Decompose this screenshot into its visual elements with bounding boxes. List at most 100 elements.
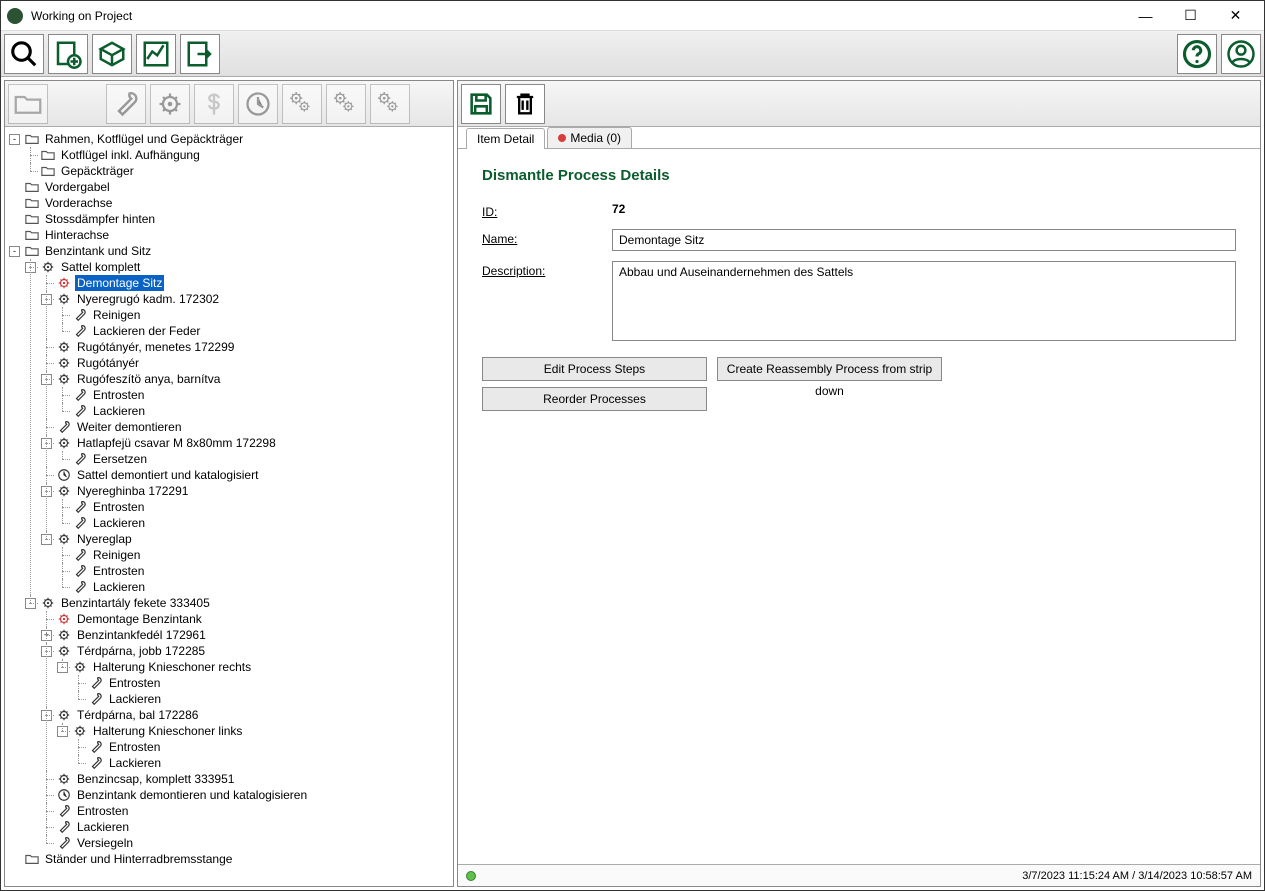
tree-node[interactable]: Benzincsap, komplett 333951 [41, 771, 451, 787]
tree-node[interactable]: Rugótányér [41, 355, 451, 371]
description-textarea[interactable] [612, 261, 1236, 341]
tree-node-label: Demontage Benzintank [75, 611, 204, 627]
tree-node[interactable]: Vordergabel [9, 179, 451, 195]
tree-node[interactable]: - Rugófeszítö anya, barnítva [41, 371, 451, 387]
tree-node[interactable]: Entrosten [41, 803, 451, 819]
tree-node[interactable]: Sattel demontiert und katalogisiert [41, 467, 451, 483]
tree-node[interactable]: -Halterung Knieschoner rechts [57, 659, 451, 675]
search-button[interactable] [4, 34, 44, 74]
tree-node[interactable]: -Nyeregrugó kadm. 172302 [41, 291, 451, 307]
expand-toggle[interactable]: - [9, 134, 20, 145]
maximize-button[interactable]: ☐ [1168, 1, 1213, 31]
support-button[interactable] [1221, 34, 1261, 74]
tree-node[interactable]: -Nyereglap [41, 531, 451, 547]
wrench-button[interactable] [106, 84, 146, 124]
tree-node[interactable]: Demontage Benzintank [41, 611, 451, 627]
tree-node[interactable]: Ständer und Hinterradbremsstange [9, 851, 451, 867]
tree-node-label: Térdpárna, jobb 172285 [75, 643, 207, 659]
expand-toggle[interactable]: - [25, 262, 36, 273]
expand-toggle [41, 822, 52, 833]
close-button[interactable]: ✕ [1213, 1, 1258, 31]
tree-node[interactable]: -Benzintank und Sitz [9, 243, 451, 259]
tree-node[interactable]: -Benzintartály fekete 333405 [25, 595, 451, 611]
tree-node[interactable]: Lackieren [73, 755, 451, 771]
tree-node[interactable]: Hinterachse [9, 227, 451, 243]
tree-node[interactable]: Lackieren der Feder [57, 323, 451, 339]
expand-toggle[interactable]: - [41, 486, 52, 497]
gears1-button[interactable] [282, 84, 322, 124]
tree-node[interactable]: Entrosten [73, 675, 451, 691]
tree-node[interactable]: Versiegeln [41, 835, 451, 851]
tree-node[interactable]: -Térdpárna, bal 172286 [41, 707, 451, 723]
save-icon [467, 90, 495, 118]
expand-toggle[interactable]: - [9, 246, 20, 257]
tree-node[interactable]: Benzintank demontieren und katalogisiere… [41, 787, 451, 803]
tree-node-label: Entrosten [75, 803, 130, 819]
tab-media[interactable]: Media (0) [547, 127, 632, 148]
export-button[interactable] [180, 34, 220, 74]
name-input[interactable] [612, 229, 1236, 251]
cost-button[interactable] [194, 84, 234, 124]
save-button[interactable] [461, 84, 501, 124]
create-reassembly-button[interactable]: Create Reassembly Process from strip dow… [717, 357, 942, 381]
expand-toggle[interactable]: - [41, 438, 52, 449]
expand-toggle[interactable]: - [41, 374, 52, 385]
expand-toggle[interactable]: - [41, 534, 52, 545]
tree-node[interactable]: Lackieren [57, 403, 451, 419]
tree-node[interactable]: -Rahmen, Kotflügel und Gepäckträger [9, 131, 451, 147]
tree-node[interactable]: Rugótányér, menetes 172299 [41, 339, 451, 355]
expand-toggle[interactable]: + [41, 630, 52, 641]
tree-node[interactable]: Stossdämpfer hinten [9, 211, 451, 227]
tree-node[interactable]: -Hatlapfejü csavar M 8x80mm 172298 [41, 435, 451, 451]
tree-node[interactable]: -Sattel komplett [25, 259, 451, 275]
tree-node[interactable]: Vorderachse [9, 195, 451, 211]
expand-toggle[interactable]: - [41, 294, 52, 305]
folder-icon [24, 211, 40, 227]
edit-process-steps-button[interactable]: Edit Process Steps [482, 357, 707, 381]
help-button[interactable] [1177, 34, 1217, 74]
tree-node[interactable]: Demontage Sitz [41, 275, 451, 291]
tree-node[interactable]: Entrosten [57, 563, 451, 579]
tree-node[interactable]: -Halterung Knieschoner links [57, 723, 451, 739]
gears2-button[interactable] [326, 84, 366, 124]
tree-node-label: Lackieren der Feder [91, 323, 202, 339]
tree-node[interactable]: Kotflügel inkl. Aufhängung [25, 147, 451, 163]
tree-node[interactable]: Lackieren [73, 691, 451, 707]
expand-toggle[interactable]: - [57, 726, 68, 737]
tree-node-label: Rugófeszítö anya, barnítva [75, 371, 222, 387]
tree-node[interactable]: Lackieren [57, 515, 451, 531]
delete-button[interactable] [505, 84, 545, 124]
tab-item-detail[interactable]: Item Detail [466, 128, 545, 149]
expand-toggle[interactable]: - [41, 646, 52, 657]
tree-node[interactable]: - Térdpárna, jobb 172285 [41, 643, 451, 659]
box-button[interactable] [92, 34, 132, 74]
minimize-button[interactable]: — [1123, 1, 1168, 31]
tree-node[interactable]: +Benzintankfedél 172961 [41, 627, 451, 643]
tree-node[interactable]: Reinigen [57, 307, 451, 323]
reorder-processes-button[interactable]: Reorder Processes [482, 387, 707, 411]
expand-toggle[interactable]: - [25, 598, 36, 609]
tree-node[interactable]: Gepäckträger [25, 163, 451, 179]
chart-button[interactable] [136, 34, 176, 74]
tree-node-label: Ständer und Hinterradbremsstange [43, 851, 234, 867]
tree-node[interactable]: Reinigen [57, 547, 451, 563]
tree-node[interactable]: Lackieren [57, 579, 451, 595]
expand-toggle[interactable]: - [57, 662, 68, 673]
tree-node[interactable]: Eersetzen [57, 451, 451, 467]
new-doc-button[interactable] [48, 34, 88, 74]
wrench-icon [56, 419, 72, 435]
clock-button[interactable] [238, 84, 278, 124]
tree-node[interactable]: Entrosten [57, 499, 451, 515]
gears3-button[interactable] [370, 84, 410, 124]
gear-button[interactable] [150, 84, 190, 124]
tree-node[interactable]: Entrosten [57, 387, 451, 403]
tree-node[interactable]: Weiter demontieren [41, 419, 451, 435]
folder-button[interactable] [8, 84, 48, 124]
tree-node[interactable]: -Nyereghinba 172291 [41, 483, 451, 499]
wrench-icon [72, 563, 88, 579]
tree-node[interactable]: Entrosten [73, 739, 451, 755]
project-tree[interactable]: -Rahmen, Kotflügel und GepäckträgerKotfl… [5, 127, 453, 886]
expand-toggle [41, 358, 52, 369]
expand-toggle[interactable]: - [41, 710, 52, 721]
tree-node[interactable]: Lackieren [41, 819, 451, 835]
